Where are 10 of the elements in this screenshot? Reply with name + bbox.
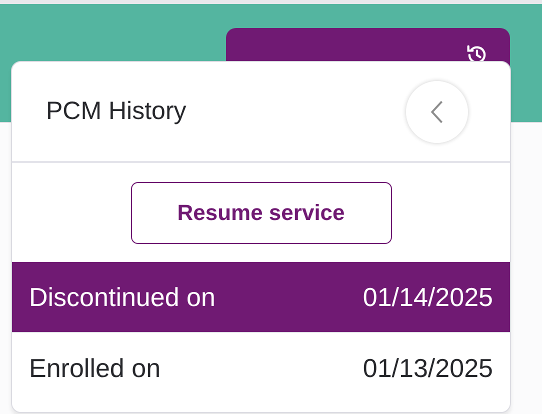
resume-service-button[interactable]: Resume service bbox=[130, 182, 392, 244]
row-date: 01/14/2025 bbox=[362, 282, 493, 312]
row-label: Discontinued on bbox=[29, 282, 216, 312]
row-date: 01/13/2025 bbox=[362, 352, 493, 384]
back-button[interactable] bbox=[406, 80, 468, 142]
history-row[interactable]: Discontinued on 01/14/2025 bbox=[12, 262, 510, 333]
popover-title: PCM History bbox=[46, 97, 186, 126]
chevron-left-icon bbox=[429, 98, 445, 124]
history-row[interactable]: Enrolled on 01/13/2025 bbox=[12, 333, 510, 403]
row-label: Enrolled on bbox=[29, 352, 161, 384]
